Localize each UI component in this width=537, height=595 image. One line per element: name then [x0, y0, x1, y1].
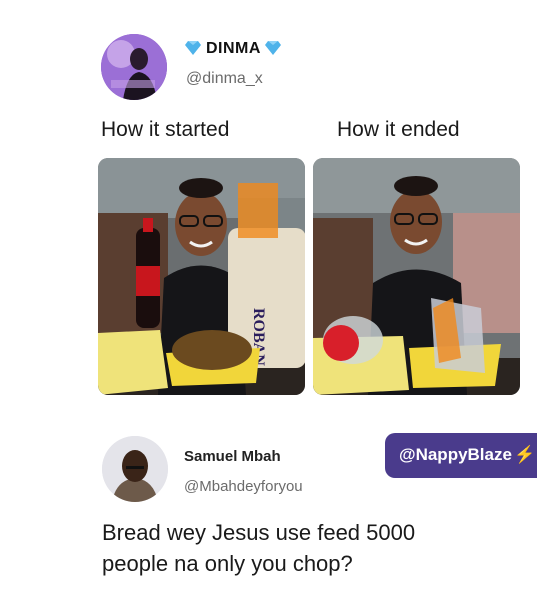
photo-before[interactable]: ROBAN — [98, 158, 305, 395]
photo-after[interactable] — [313, 158, 520, 395]
author-avatar[interactable] — [101, 34, 167, 100]
watermark-badge: @NappyBlaze ⚡ — [385, 433, 537, 478]
blue-diamond-icon — [265, 41, 282, 55]
watermark-label: @NappyBlaze — [399, 445, 512, 464]
reply-author-name[interactable]: Samuel Mbah — [184, 448, 281, 465]
lightning-bolt-icon: ⚡ — [513, 445, 536, 464]
caption-left: How it started — [101, 118, 230, 141]
reply-author-handle[interactable]: @Mbahdeyforyou — [184, 478, 303, 495]
reply-avatar[interactable] — [102, 436, 168, 502]
blue-diamond-icon — [185, 41, 201, 55]
reply-text: Bread wey Jesus use feed 5000 people na … — [102, 520, 416, 576]
caption-right: How it ended — [337, 118, 460, 141]
author-name[interactable]: DINMA — [185, 40, 282, 58]
author-handle[interactable]: @dinma_x — [186, 70, 263, 88]
author-name-text: DINMA — [205, 40, 261, 57]
